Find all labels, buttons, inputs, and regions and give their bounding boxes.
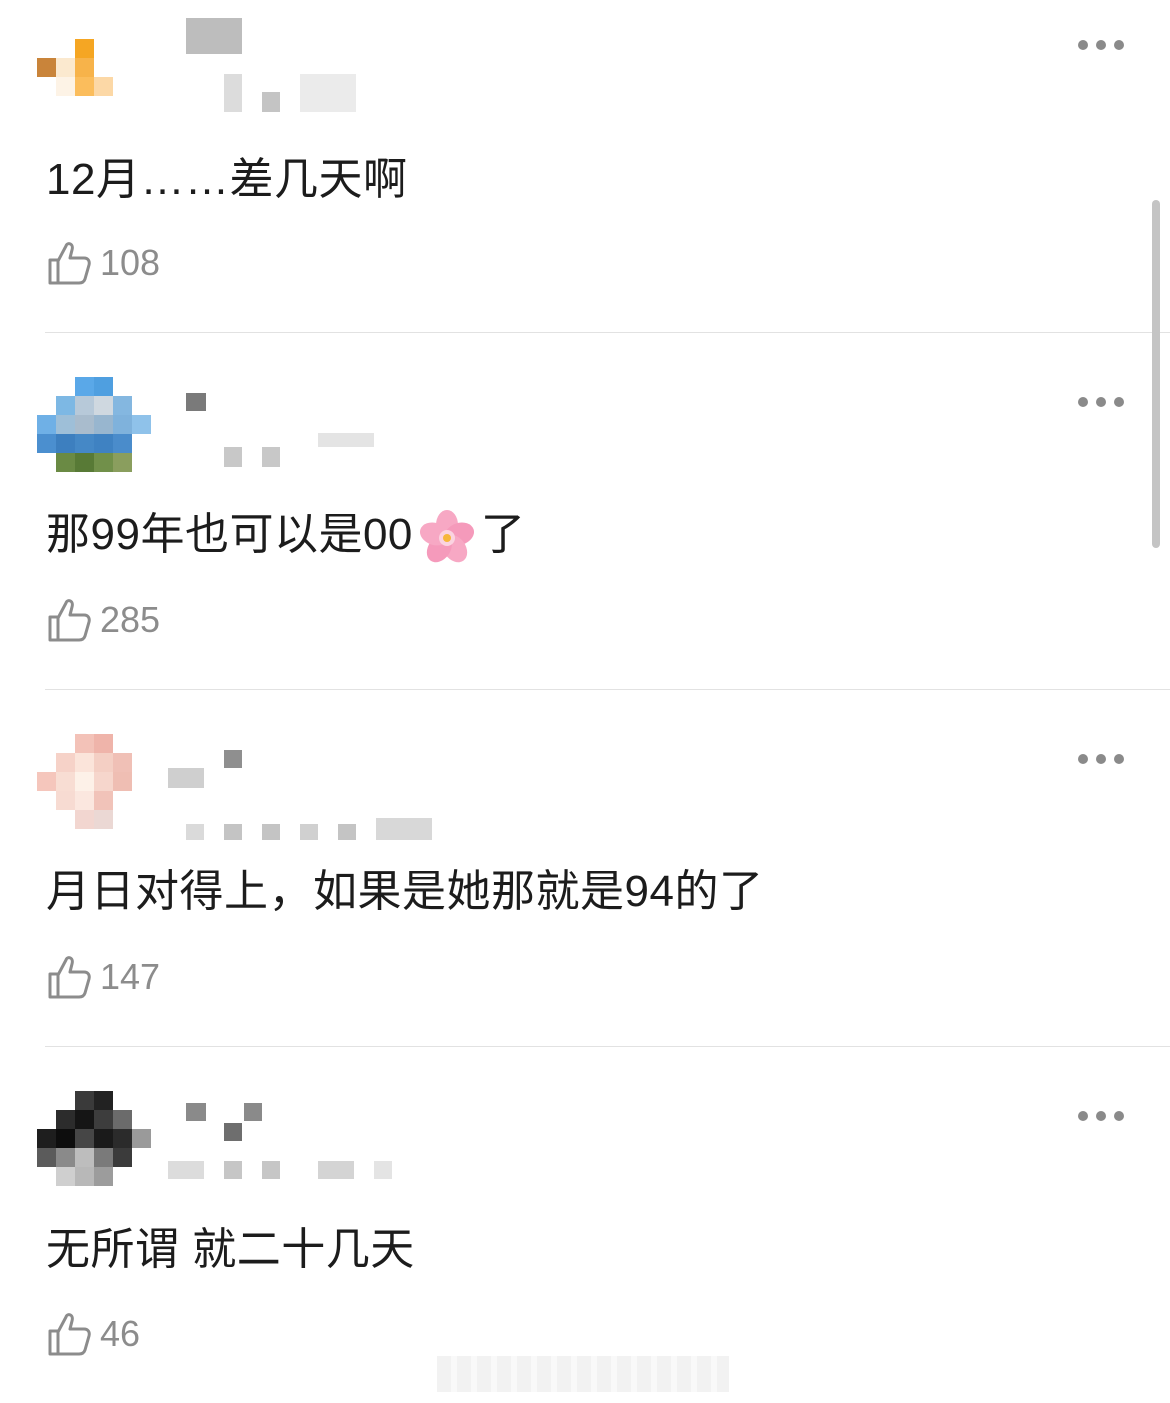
more-options-button[interactable] (1078, 1109, 1124, 1123)
comment-text: 月日对得上，如果是她那就是94的了 (46, 867, 764, 916)
thumbs-up-icon (48, 956, 91, 999)
comment-item: 月日对得上，如果是她那就是94的了 147 (0, 714, 1170, 1047)
cherry-blossom-icon (419, 510, 474, 563)
username[interactable] (168, 732, 432, 840)
comment-text: 那99年也可以是00 了 (46, 507, 525, 567)
scrollbar[interactable] (1152, 200, 1160, 548)
more-icon (1078, 397, 1088, 407)
username[interactable] (168, 18, 428, 118)
divider (45, 689, 1170, 690)
like-button[interactable]: 108 (46, 239, 160, 287)
thumbs-up-icon (48, 242, 91, 285)
comment-text: 无所谓 就二十几天 (46, 1225, 415, 1274)
comment-item: 那99年也可以是00 了 285 (0, 357, 1170, 690)
more-options-button[interactable] (1078, 38, 1124, 52)
avatar[interactable] (37, 20, 151, 115)
like-button[interactable]: 147 (46, 953, 160, 1001)
like-count: 147 (100, 956, 161, 997)
like-count: 46 (100, 1313, 141, 1354)
avatar[interactable] (37, 1091, 151, 1186)
avatar[interactable] (37, 377, 151, 472)
comment-item: 12月……差几天啊 108 (0, 0, 1170, 333)
more-options-button[interactable] (1078, 752, 1124, 766)
avatar[interactable] (37, 734, 151, 829)
divider (45, 332, 1170, 333)
comment-text-part: 那99年也可以是00 (46, 510, 413, 559)
more-icon (1078, 754, 1088, 764)
more-icon (1078, 1111, 1088, 1121)
divider (45, 1046, 1170, 1047)
thumbs-up-icon (48, 599, 91, 642)
like-count: 285 (100, 599, 161, 640)
thumbs-up-icon (48, 1313, 91, 1356)
watermark (437, 1356, 729, 1392)
more-options-button[interactable] (1078, 395, 1124, 409)
like-button[interactable]: 46 (46, 1310, 140, 1358)
comment-text-part: 了 (480, 510, 526, 559)
username[interactable] (168, 375, 428, 475)
like-count: 108 (100, 242, 161, 283)
comment-text: 12月……差几天啊 (46, 155, 408, 204)
more-icon (1078, 40, 1088, 50)
comment-item: 无所谓 就二十几天 46 (0, 1071, 1170, 1403)
username[interactable] (168, 1089, 428, 1189)
like-button[interactable]: 285 (46, 596, 160, 644)
